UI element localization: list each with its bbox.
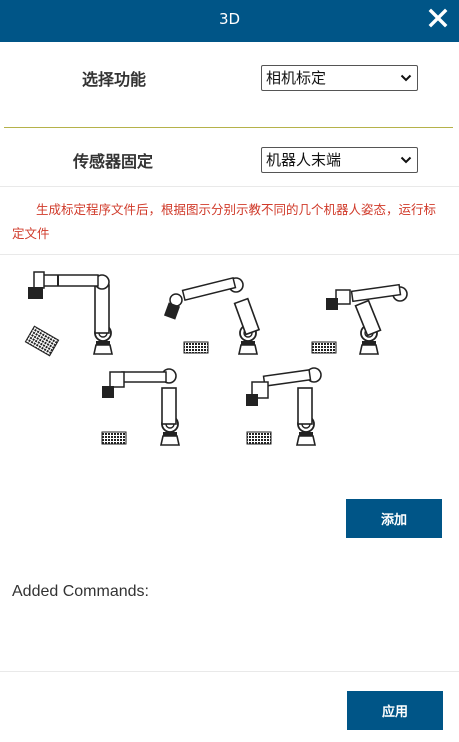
divider (0, 254, 459, 255)
apply-button[interactable]: 应用 (347, 691, 443, 730)
robot-poses-illustration (24, 271, 408, 446)
sensor-select-value: 机器人末端 (266, 151, 342, 169)
sensor-select[interactable]: 机器人末端 (261, 147, 418, 173)
function-select[interactable]: 相机标定 (261, 65, 418, 91)
close-icon[interactable] (428, 8, 448, 28)
sensor-label: 传感器固定 (73, 152, 154, 171)
chevron-down-icon (400, 74, 412, 82)
title-bar: 3D (0, 0, 459, 42)
robot-pose-4 (101, 368, 180, 446)
robot-pose-2 (163, 276, 261, 355)
robot-pose-3 (311, 283, 408, 355)
function-select-value: 相机标定 (266, 69, 327, 87)
robot-pose-5 (246, 367, 322, 446)
added-commands-label: Added Commands: (12, 583, 149, 600)
divider (0, 186, 459, 187)
robot-pose-1 (24, 271, 113, 357)
section-divider (4, 127, 453, 128)
add-button[interactable]: 添加 (346, 499, 442, 538)
function-label: 选择功能 (82, 70, 147, 89)
divider (0, 671, 459, 672)
notice-text: 生成标定程序文件后，根据图示分别示教不同的几个机器人姿态，运行标定文件 (12, 202, 437, 241)
window-title: 3D (218, 10, 241, 28)
chevron-down-icon (400, 156, 412, 164)
